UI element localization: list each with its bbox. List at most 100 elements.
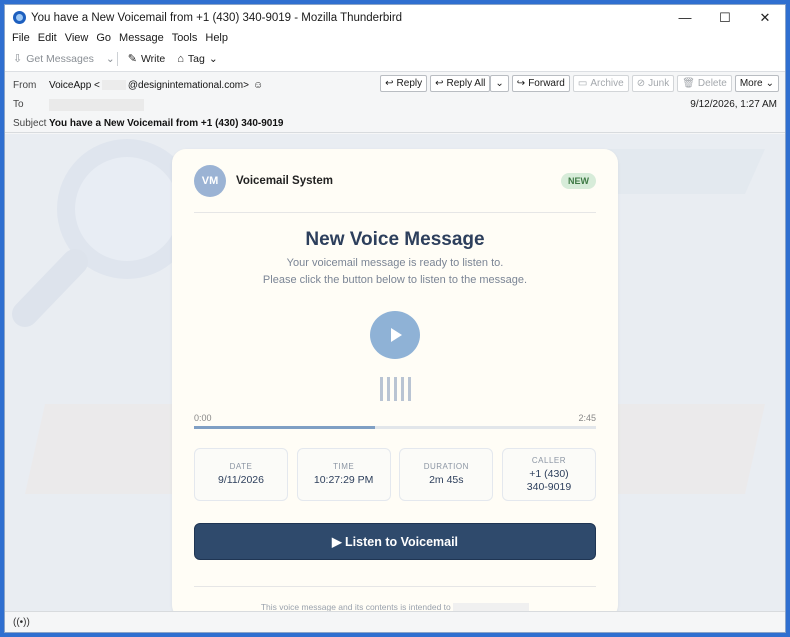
waveform-icon [194,377,596,403]
pencil-icon: ✎ [127,53,137,65]
avatar: VM [194,164,226,197]
get-messages-dropdown-icon[interactable]: ⌄ [106,53,115,65]
delete-label: Delete [697,78,727,89]
info-box-duration: DURATION 2m 45s [399,448,494,501]
from-name: VoiceApp < [49,80,100,91]
archive-label: Archive [590,78,624,89]
info-box-time: TIME 10:27:29 PM [296,448,391,501]
reply-all-icon: ↩ [435,78,444,89]
info-label: TIME [333,462,355,471]
to-row: To [13,95,777,114]
menu-go[interactable]: Go [96,32,111,44]
play-button[interactable] [370,311,420,359]
main-toolbar: ⇩ Get Messages ⌄ ✎ Write ⌂ Tag ⌄ [5,46,785,72]
reply-label: Reply [396,78,423,89]
delete-button[interactable]: 🗑 Delete [677,75,732,92]
trash-icon: 🗑 [682,78,695,89]
get-messages-button[interactable]: ⇩ Get Messages [13,52,94,66]
info-row: DATE 9/11/2026 TIME 10:27:29 PM DURATION… [194,448,596,501]
forward-button[interactable]: ↪ Forward [511,75,570,92]
subject-label: Subject [13,118,47,129]
more-button[interactable]: More ⌄ [734,75,779,92]
from-label: From [13,80,37,91]
progress-fill [194,426,375,429]
card-header: VM Voicemail System NEW [194,149,596,213]
reply-button[interactable]: ↩ Reply [380,75,428,92]
get-messages-label: Get Messages [26,52,94,65]
message-title: New Voice Message [305,229,485,250]
redacted-block [453,603,530,611]
thunderbird-window: You have a New Voicemail from +1 (430) 3… [4,4,786,633]
sender-name: Voicemail System [236,174,333,187]
menu-view[interactable]: View [65,32,89,44]
contact-icon[interactable]: ☺ [253,80,263,91]
subtitle-line-2: Please click the button below to listen … [262,274,528,286]
time-start: 0:00 [194,413,212,423]
info-label: DATE [229,462,253,471]
redacted-block [101,80,126,91]
minimize-button[interactable]: — [665,5,705,30]
info-label: DURATION [423,462,469,471]
magnifier-inner [75,157,179,261]
connection-status-icon[interactable]: ((•)) [13,617,30,628]
archive-button[interactable]: ▭ Archive [572,75,629,92]
reply-dropdown-button[interactable]: ⌄ [490,75,509,92]
maximize-button[interactable]: ☐ [705,5,745,30]
message-actions: ↩ Reply ↩ Reply All ⌄ ↪ Forward ▭ Archive ⊘ J… [377,75,779,92]
play-icon [391,328,402,342]
tag-label: Tag [187,52,205,65]
info-label: CALLER [531,455,567,465]
junk-icon: ⊘ [636,78,646,89]
status-bar: ((•)) [5,611,785,632]
info-box-date: DATE 9/11/2026 [194,448,288,501]
divider [194,586,596,587]
download-icon: ⇩ [13,53,23,65]
message-header: From VoiceApp < @designintemational.com> … [5,72,785,133]
toolbar-divider [116,51,118,66]
junk-label: Junk [648,78,670,89]
reply-all-label: Reply All [446,78,486,89]
menu-help[interactable]: Help [205,32,228,44]
info-value: +1 (430) 340-9019 [526,467,572,493]
archive-icon: ▭ [577,78,588,89]
info-value: 10:27:29 PM [313,474,374,486]
voicemail-card: VM Voicemail System NEW New Voice Messag… [172,149,618,611]
tag-button[interactable]: ⌂ Tag ⌄ [177,53,217,65]
message-body: VM Voicemail System NEW New Voice Messag… [5,134,785,611]
write-label: Write [140,52,166,65]
subject-text: You have a New Voicemail from +1 (430) 3… [49,118,284,129]
menu-message[interactable]: Message [119,32,164,44]
from-address[interactable]: VoiceApp < @designintemational.com> [49,80,249,91]
chevron-down-icon: ⌄ [495,78,504,89]
progress-bar[interactable] [194,426,596,429]
thunderbird-icon [13,11,26,24]
forward-label: Forward [528,78,565,89]
junk-button[interactable]: ⊘ Junk [631,75,675,92]
close-button[interactable]: ✕ [745,5,785,30]
footnote-text: This voice message and its contents is i… [260,602,451,611]
chevron-down-icon: ⌄ [208,52,218,65]
to-label: To [13,99,24,110]
title-bar: You have a New Voicemail from +1 (430) 3… [5,5,785,30]
listen-voicemail-button[interactable]: ▶ Listen to Voicemail [194,523,596,560]
menu-file[interactable]: File [12,32,30,44]
footnote: This voice message and its contents is i… [194,602,596,611]
info-value: 2m 45s [429,474,464,486]
forward-icon: ↪ [516,78,526,89]
subject-row: Subject You have a New Voicemail from +1… [13,114,777,133]
playback-times: 0:00 2:45 [194,413,596,423]
menu-tools[interactable]: Tools [172,32,198,44]
window-title: You have a New Voicemail from +1 (430) 3… [31,11,403,24]
menu-bar: File Edit View Go Message Tools Help [5,30,785,46]
magnifier-handle [12,249,88,327]
write-button[interactable]: ✎ Write [127,52,166,66]
subtitle-line-1: Your voicemail message is ready to liste… [286,257,504,269]
more-label: More [739,78,763,89]
menu-edit[interactable]: Edit [38,32,57,44]
time-end: 2:45 [578,413,596,423]
reply-all-button[interactable]: ↩ Reply All [430,75,491,92]
info-box-caller: CALLER +1 (430) 340-9019 [501,448,596,501]
tag-icon: ⌂ [177,52,184,65]
redacted-recipient [49,98,144,111]
reply-icon: ↩ [385,78,394,89]
